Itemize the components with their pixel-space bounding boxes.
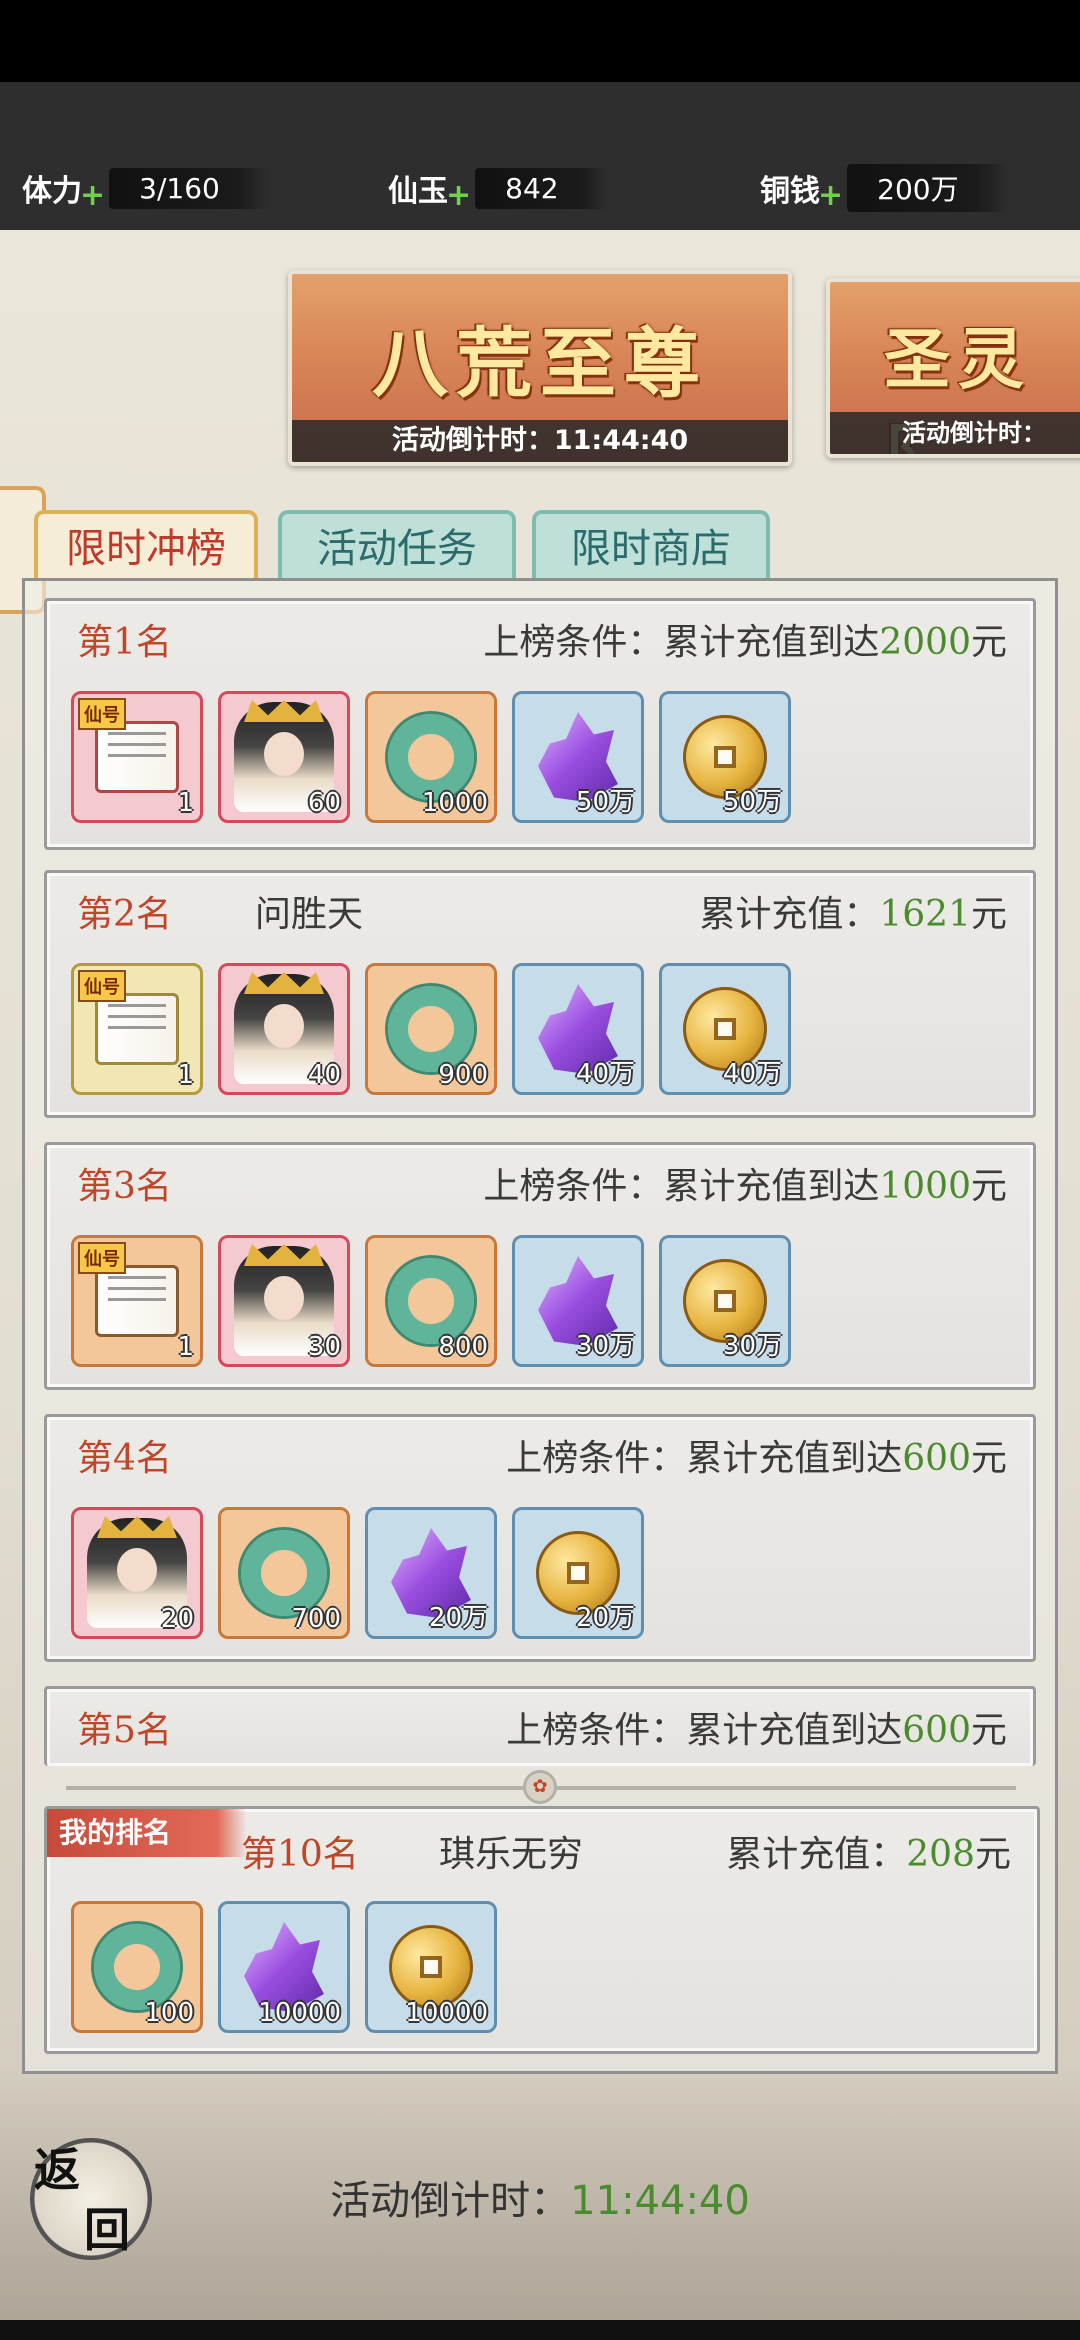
item-count: 60 bbox=[307, 788, 341, 818]
countdown-time: 11:44:40 bbox=[570, 2178, 750, 2224]
rank-label: 第2名 bbox=[77, 894, 172, 935]
my-recharge-total: 累计充值：208元 bbox=[726, 1834, 1011, 1875]
reward-item[interactable]: 仙号 1 bbox=[71, 963, 203, 1095]
tab-shop[interactable]: 限时商店 bbox=[532, 510, 770, 580]
item-count: 1000 bbox=[421, 788, 488, 818]
reward-item[interactable]: 20万 bbox=[365, 1507, 497, 1639]
item-count: 30 bbox=[307, 1332, 341, 1362]
rank-label: 第4名 bbox=[77, 1438, 172, 1479]
title-tag: 仙号 bbox=[78, 970, 126, 1002]
resource-label: 仙玉 bbox=[388, 174, 448, 209]
resource-value: 3/160 bbox=[109, 167, 270, 209]
item-count: 100 bbox=[144, 1998, 194, 2028]
rank-label: 第1名 bbox=[77, 622, 172, 663]
tab-tasks[interactable]: 活动任务 bbox=[278, 510, 516, 580]
item-count: 900 bbox=[438, 1060, 488, 1090]
reward-item[interactable]: 20 bbox=[71, 1507, 203, 1639]
reward-item[interactable]: 仙号 1 bbox=[71, 1235, 203, 1367]
banner-countdown: 活动倒计时： bbox=[830, 412, 1080, 454]
reward-item[interactable]: 40 bbox=[218, 963, 350, 1095]
item-count: 1 bbox=[177, 1060, 194, 1090]
resource-value: 842 bbox=[475, 167, 609, 209]
reward-item[interactable]: 30万 bbox=[512, 1235, 644, 1367]
title-tag: 仙号 bbox=[78, 698, 126, 730]
rank-card-5: 第5名 上榜条件：累计充值到达600元 bbox=[44, 1686, 1036, 1766]
tab-rank[interactable]: 限时冲榜 bbox=[34, 510, 258, 580]
countdown-label: 活动倒计时： bbox=[330, 2178, 571, 2224]
reward-item[interactable]: 40万 bbox=[659, 963, 791, 1095]
rank-condition: 上榜条件：累计充值到达600元 bbox=[506, 1438, 1007, 1479]
item-count: 40万 bbox=[575, 1059, 635, 1089]
resource-label: 铜钱 bbox=[760, 174, 820, 209]
resource-stamina[interactable]: 体力 + 3/160 bbox=[22, 167, 270, 213]
rank-card-1: 第1名 上榜条件：累计充值到达2000元 仙号 1 60 1000 50万 50万 bbox=[44, 598, 1036, 850]
resource-copper[interactable]: 铜钱 + 200万 bbox=[760, 164, 1009, 213]
reward-item[interactable]: 20万 bbox=[512, 1507, 644, 1639]
reward-item[interactable]: 900 bbox=[365, 963, 497, 1095]
my-player-name: 琪乐无穷 bbox=[439, 1834, 584, 1875]
item-count: 700 bbox=[291, 1604, 341, 1634]
rank-condition: 上榜条件：累计充值到达600元 bbox=[506, 1710, 1007, 1751]
scroll-icon bbox=[95, 721, 179, 793]
item-count: 50万 bbox=[575, 787, 635, 817]
banner-event-2[interactable]: 圣灵阝 活动倒计时： bbox=[826, 278, 1080, 458]
rank-card-3: 第3名 上榜条件：累计充值到达1000元 仙号 1 30 800 30万 30万 bbox=[44, 1142, 1036, 1390]
rank-condition: 上榜条件：累计充值到达1000元 bbox=[483, 1166, 1007, 1207]
scroll-icon bbox=[95, 993, 179, 1065]
item-count: 10000 bbox=[258, 1998, 341, 2028]
status-bar bbox=[0, 0, 1080, 82]
seal-ornament-icon: ✿ bbox=[523, 1770, 557, 1804]
bottom-countdown: 活动倒计时：11:44:40 bbox=[0, 2168, 1080, 2226]
resource-value: 200万 bbox=[847, 164, 1009, 212]
item-count: 30万 bbox=[575, 1331, 635, 1361]
title-tag: 仙号 bbox=[78, 1242, 126, 1274]
reward-item[interactable]: 30 bbox=[218, 1235, 350, 1367]
resource-label: 体力 bbox=[22, 174, 82, 209]
nav-bar bbox=[0, 2320, 1080, 2340]
item-count: 20万 bbox=[575, 1603, 635, 1633]
reward-item[interactable]: 40万 bbox=[512, 963, 644, 1095]
reward-item[interactable]: 100 bbox=[71, 1901, 203, 2033]
reward-item[interactable]: 10000 bbox=[218, 1901, 350, 2033]
my-rank-label: 第10名 bbox=[241, 1834, 359, 1875]
reward-item[interactable]: 10000 bbox=[365, 1901, 497, 2033]
banner-title: 八荒至尊 bbox=[372, 319, 708, 408]
rank-label: 第3名 bbox=[77, 1166, 172, 1207]
plus-icon[interactable]: + bbox=[80, 178, 105, 213]
rank-condition: 上榜条件：累计充值到达2000元 bbox=[483, 622, 1007, 663]
reward-item[interactable]: 1000 bbox=[365, 691, 497, 823]
rank-label: 第5名 bbox=[77, 1710, 172, 1751]
item-count: 40 bbox=[307, 1060, 341, 1090]
item-count: 1 bbox=[177, 788, 194, 818]
rank-card-2: 第2名 问胜天 累计充值：1621元 仙号 1 40 900 40万 40万 bbox=[44, 870, 1036, 1118]
item-count: 40万 bbox=[722, 1059, 782, 1089]
reward-item[interactable]: 仙号 1 bbox=[71, 691, 203, 823]
reward-item[interactable]: 700 bbox=[218, 1507, 350, 1639]
player-name: 问胜天 bbox=[255, 894, 364, 935]
plus-icon[interactable]: + bbox=[818, 178, 843, 213]
reward-item[interactable]: 60 bbox=[218, 691, 350, 823]
reward-item[interactable]: 50万 bbox=[659, 691, 791, 823]
reward-item[interactable]: 50万 bbox=[512, 691, 644, 823]
item-count: 50万 bbox=[722, 787, 782, 817]
my-rank-ribbon: 我的排名 bbox=[47, 1809, 247, 1857]
banner-countdown: 活动倒计时：11:44:40 bbox=[292, 420, 788, 462]
item-count: 20 bbox=[160, 1604, 194, 1634]
banner-event-1[interactable]: 八荒至尊 活动倒计时：11:44:40 bbox=[288, 270, 792, 466]
item-count: 30万 bbox=[722, 1331, 782, 1361]
copper-coin-icon bbox=[389, 1925, 473, 2009]
item-count: 20万 bbox=[428, 1603, 488, 1633]
my-rank-card: 我的排名 第10名 琪乐无穷 累计充值：208元 100 10000 10000 bbox=[44, 1806, 1040, 2054]
reward-item[interactable]: 800 bbox=[365, 1235, 497, 1367]
scroll-icon bbox=[95, 1265, 179, 1337]
plus-icon[interactable]: + bbox=[446, 178, 471, 213]
item-count: 800 bbox=[438, 1332, 488, 1362]
item-count: 1 bbox=[177, 1332, 194, 1362]
reward-item[interactable]: 30万 bbox=[659, 1235, 791, 1367]
item-count: 10000 bbox=[405, 1998, 488, 2028]
rank-card-4: 第4名 上榜条件：累计充值到达600元 20 700 20万 20万 bbox=[44, 1414, 1036, 1662]
resource-jade[interactable]: 仙玉 + 842 bbox=[388, 167, 609, 213]
rank-condition: 累计充值：1621元 bbox=[699, 894, 1007, 935]
